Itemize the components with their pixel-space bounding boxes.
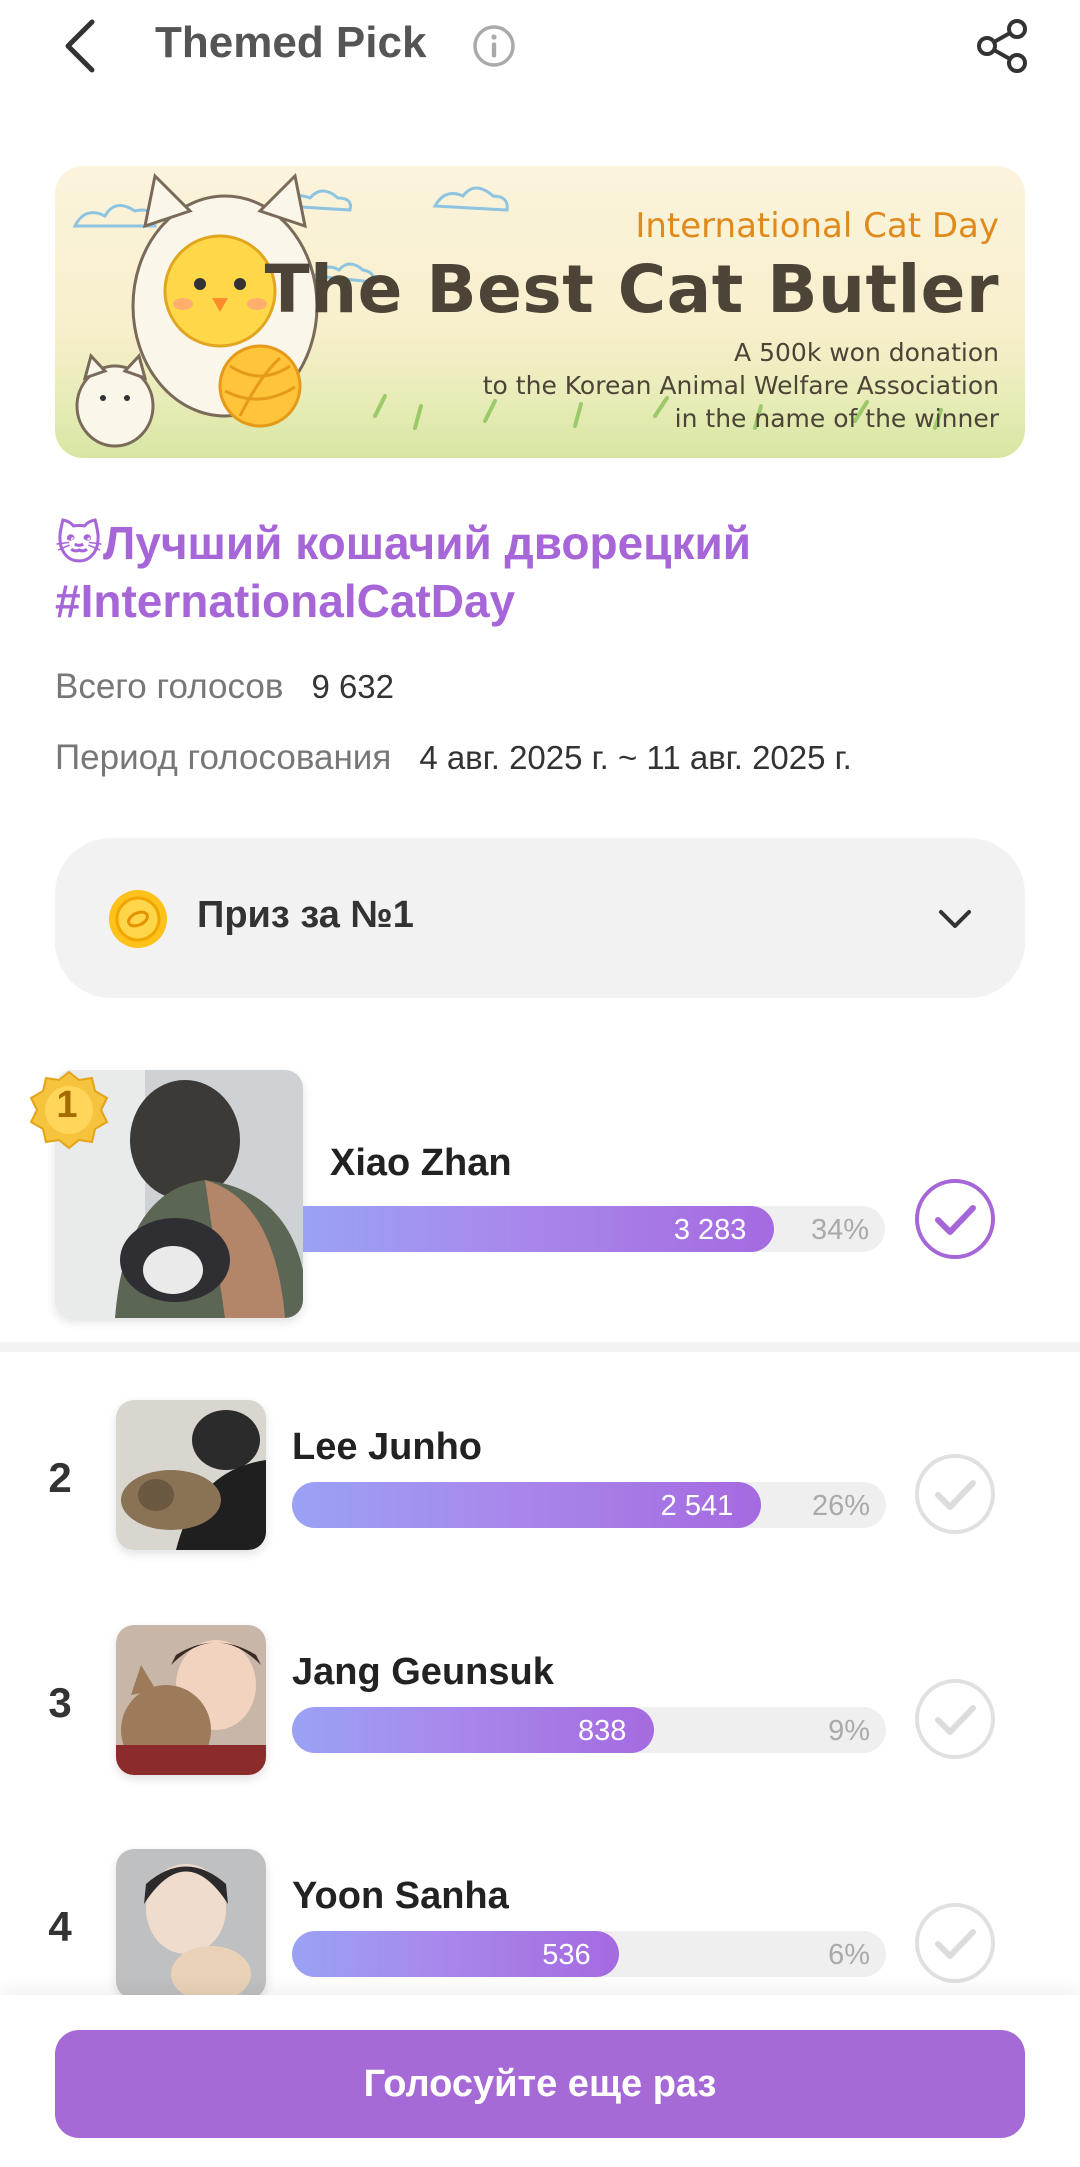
banner-description: A 500k won donation to the Korean Animal… xyxy=(483,336,999,435)
total-votes-label: Всего голосов xyxy=(55,667,284,706)
banner-title: The Best Cat Butler xyxy=(264,251,999,328)
banner-desc-line: to the Korean Animal Welfare Association xyxy=(482,371,999,400)
vote-check-button[interactable] xyxy=(914,1453,996,1535)
bottom-action-bar: Голосуйте еще раз xyxy=(0,1995,1080,2167)
candidate-name: Xiao Zhan xyxy=(330,1142,512,1184)
vote-percent: 34% xyxy=(810,1214,869,1246)
rank-number: 4 xyxy=(48,1903,72,1950)
candidate-photo-image xyxy=(116,1625,266,1775)
vote-bar-fill: 838 xyxy=(292,1707,655,1753)
candidate-name: Jang Geunsuk xyxy=(292,1651,554,1693)
vote-check-button[interactable] xyxy=(914,1902,996,1984)
info-icon[interactable] xyxy=(472,24,516,68)
candidate-name: Yoon Sanha xyxy=(292,1875,509,1917)
chevron-left-icon xyxy=(65,19,95,73)
vote-bar: 2 541 26% xyxy=(292,1482,886,1528)
poll-hashtag: #InternationalCatDay xyxy=(55,575,516,627)
vote-bar: 536 6% xyxy=(292,1931,886,1977)
vote-check-button[interactable] xyxy=(914,1178,996,1260)
vote-percent: 6% xyxy=(828,1939,870,1971)
vote-bar: 3 283 34% xyxy=(303,1206,885,1252)
candidate-photo[interactable] xyxy=(116,1625,266,1775)
total-votes: Всего голосов 9 632 xyxy=(55,667,394,707)
poll-title-line: 🐱Лучший кошачий дворецкий xyxy=(55,517,752,569)
vote-percent: 9% xyxy=(828,1715,870,1747)
vote-bar-fill: 536 xyxy=(292,1931,619,1977)
voting-period: Период голосования 4 авг. 2025 г. ~ 11 ав… xyxy=(55,738,852,778)
coin-icon xyxy=(109,890,167,948)
vote-again-button[interactable]: Голосуйте еще раз xyxy=(55,2030,1025,2138)
event-banner[interactable]: International Cat Day The Best Cat Butle… xyxy=(55,166,1025,458)
vote-bar-fill: 3 283 xyxy=(303,1206,775,1252)
candidate-photo-image xyxy=(116,1400,266,1550)
vote-bar-fill: 2 541 xyxy=(292,1482,762,1528)
prize-dropdown[interactable]: Приз за №1 xyxy=(55,838,1025,998)
banner-subtitle: International Cat Day xyxy=(635,206,999,246)
back-button[interactable] xyxy=(50,12,110,80)
voting-period-value: 4 авг. 2025 г. ~ 11 авг. 2025 г. xyxy=(419,739,852,776)
candidate-name: Lee Junho xyxy=(292,1426,483,1468)
rank-number: 1 xyxy=(56,1084,78,1126)
page-title: Themed Pick xyxy=(155,18,427,67)
vote-count: 2 541 xyxy=(660,1490,734,1522)
poll-title: 🐱Лучший кошачий дворецкий #International… xyxy=(55,514,1025,630)
rank-number: 2 xyxy=(48,1454,72,1501)
section-divider xyxy=(0,1342,1080,1352)
candidate-row-1: 1 Xiao Zhan 3 283 34% xyxy=(0,1070,1080,1320)
rank-number: 3 xyxy=(48,1679,72,1726)
top-app-bar: Themed Pick xyxy=(0,0,1080,92)
vote-count: 536 xyxy=(542,1939,591,1971)
vote-count: 838 xyxy=(577,1715,627,1747)
candidate-photo[interactable] xyxy=(116,1849,266,1999)
vote-check-button[interactable] xyxy=(914,1678,996,1760)
banner-desc-line: A 500k won donation xyxy=(734,338,999,367)
vote-percent: 26% xyxy=(811,1490,870,1522)
vote-count: 3 283 xyxy=(673,1214,747,1246)
banner-desc-line: in the name of the winner xyxy=(674,404,999,433)
candidate-photo-image xyxy=(116,1849,266,1999)
share-icon[interactable] xyxy=(975,18,1031,74)
candidate-photo[interactable] xyxy=(116,1400,266,1550)
candidate-row-2: 2 Lee Junho 2 541 26% xyxy=(0,1400,1080,1555)
vote-bar: 838 9% xyxy=(292,1707,886,1753)
total-votes-value: 9 632 xyxy=(311,668,395,705)
candidate-row-4: 4 Yoon Sanha 536 6% xyxy=(0,1849,1080,1999)
candidate-row-3: 3 Jang Geunsuk 838 9% xyxy=(0,1625,1080,1780)
voting-period-label: Период голосования xyxy=(55,738,392,777)
prize-label: Приз за №1 xyxy=(197,894,414,936)
chevron-down-icon xyxy=(939,910,971,928)
